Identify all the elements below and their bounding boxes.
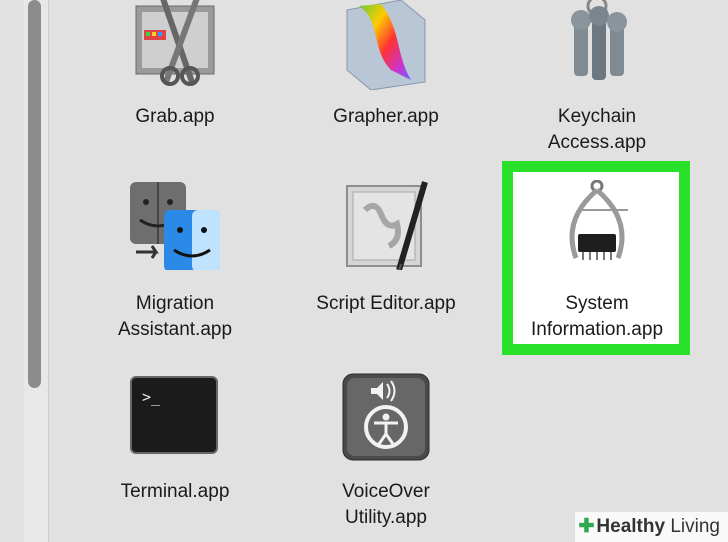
system-information-icon: [569, 180, 628, 260]
app-voiceover-utility[interactable]: VoiceOver Utility.app: [296, 372, 476, 532]
app-label: Grapher.app: [333, 106, 439, 127]
migration-assistant-icon: [130, 182, 220, 270]
app-label: Grab.app: [135, 106, 215, 127]
watermark: ✚ Healthy Living: [574, 512, 728, 542]
grab-icon: [135, 0, 215, 86]
terminal-prompt: >_: [142, 388, 161, 406]
app-label: Assistant.app: [117, 319, 233, 340]
app-label: System: [565, 293, 629, 314]
app-script-editor[interactable]: Script Editor.app: [296, 180, 476, 320]
app-label: Migration: [135, 293, 215, 314]
app-terminal[interactable]: >_ Terminal.app: [85, 376, 265, 516]
voiceover-utility-icon: [342, 373, 430, 461]
app-grab[interactable]: Grab.app: [85, 0, 265, 140]
watermark-brand-bold: Healthy: [596, 516, 666, 537]
app-label: Information.app: [530, 319, 664, 340]
app-grapher[interactable]: Grapher.app: [296, 0, 476, 140]
app-system-information[interactable]: System Information.app: [507, 180, 687, 340]
grapher-icon: [346, 0, 426, 90]
app-label: VoiceOver: [342, 481, 430, 502]
app-label: Keychain: [557, 106, 637, 127]
scrollbar-thumb[interactable]: [28, 0, 41, 388]
terminal-icon: >_: [130, 376, 218, 454]
plus-icon: ✚: [578, 516, 595, 537]
script-editor-icon: [346, 181, 428, 270]
app-keychain-access[interactable]: Keychain Access.app: [507, 0, 687, 160]
watermark-brand-light: Living: [670, 516, 720, 537]
app-label: Terminal.app: [120, 481, 230, 502]
keys-icon: [571, 0, 627, 80]
app-label: Script Editor.app: [316, 293, 456, 314]
app-label: Utility.app: [344, 507, 427, 528]
app-migration-assistant[interactable]: Migration Assistant.app: [85, 180, 265, 340]
app-label: Access.app: [547, 132, 647, 153]
